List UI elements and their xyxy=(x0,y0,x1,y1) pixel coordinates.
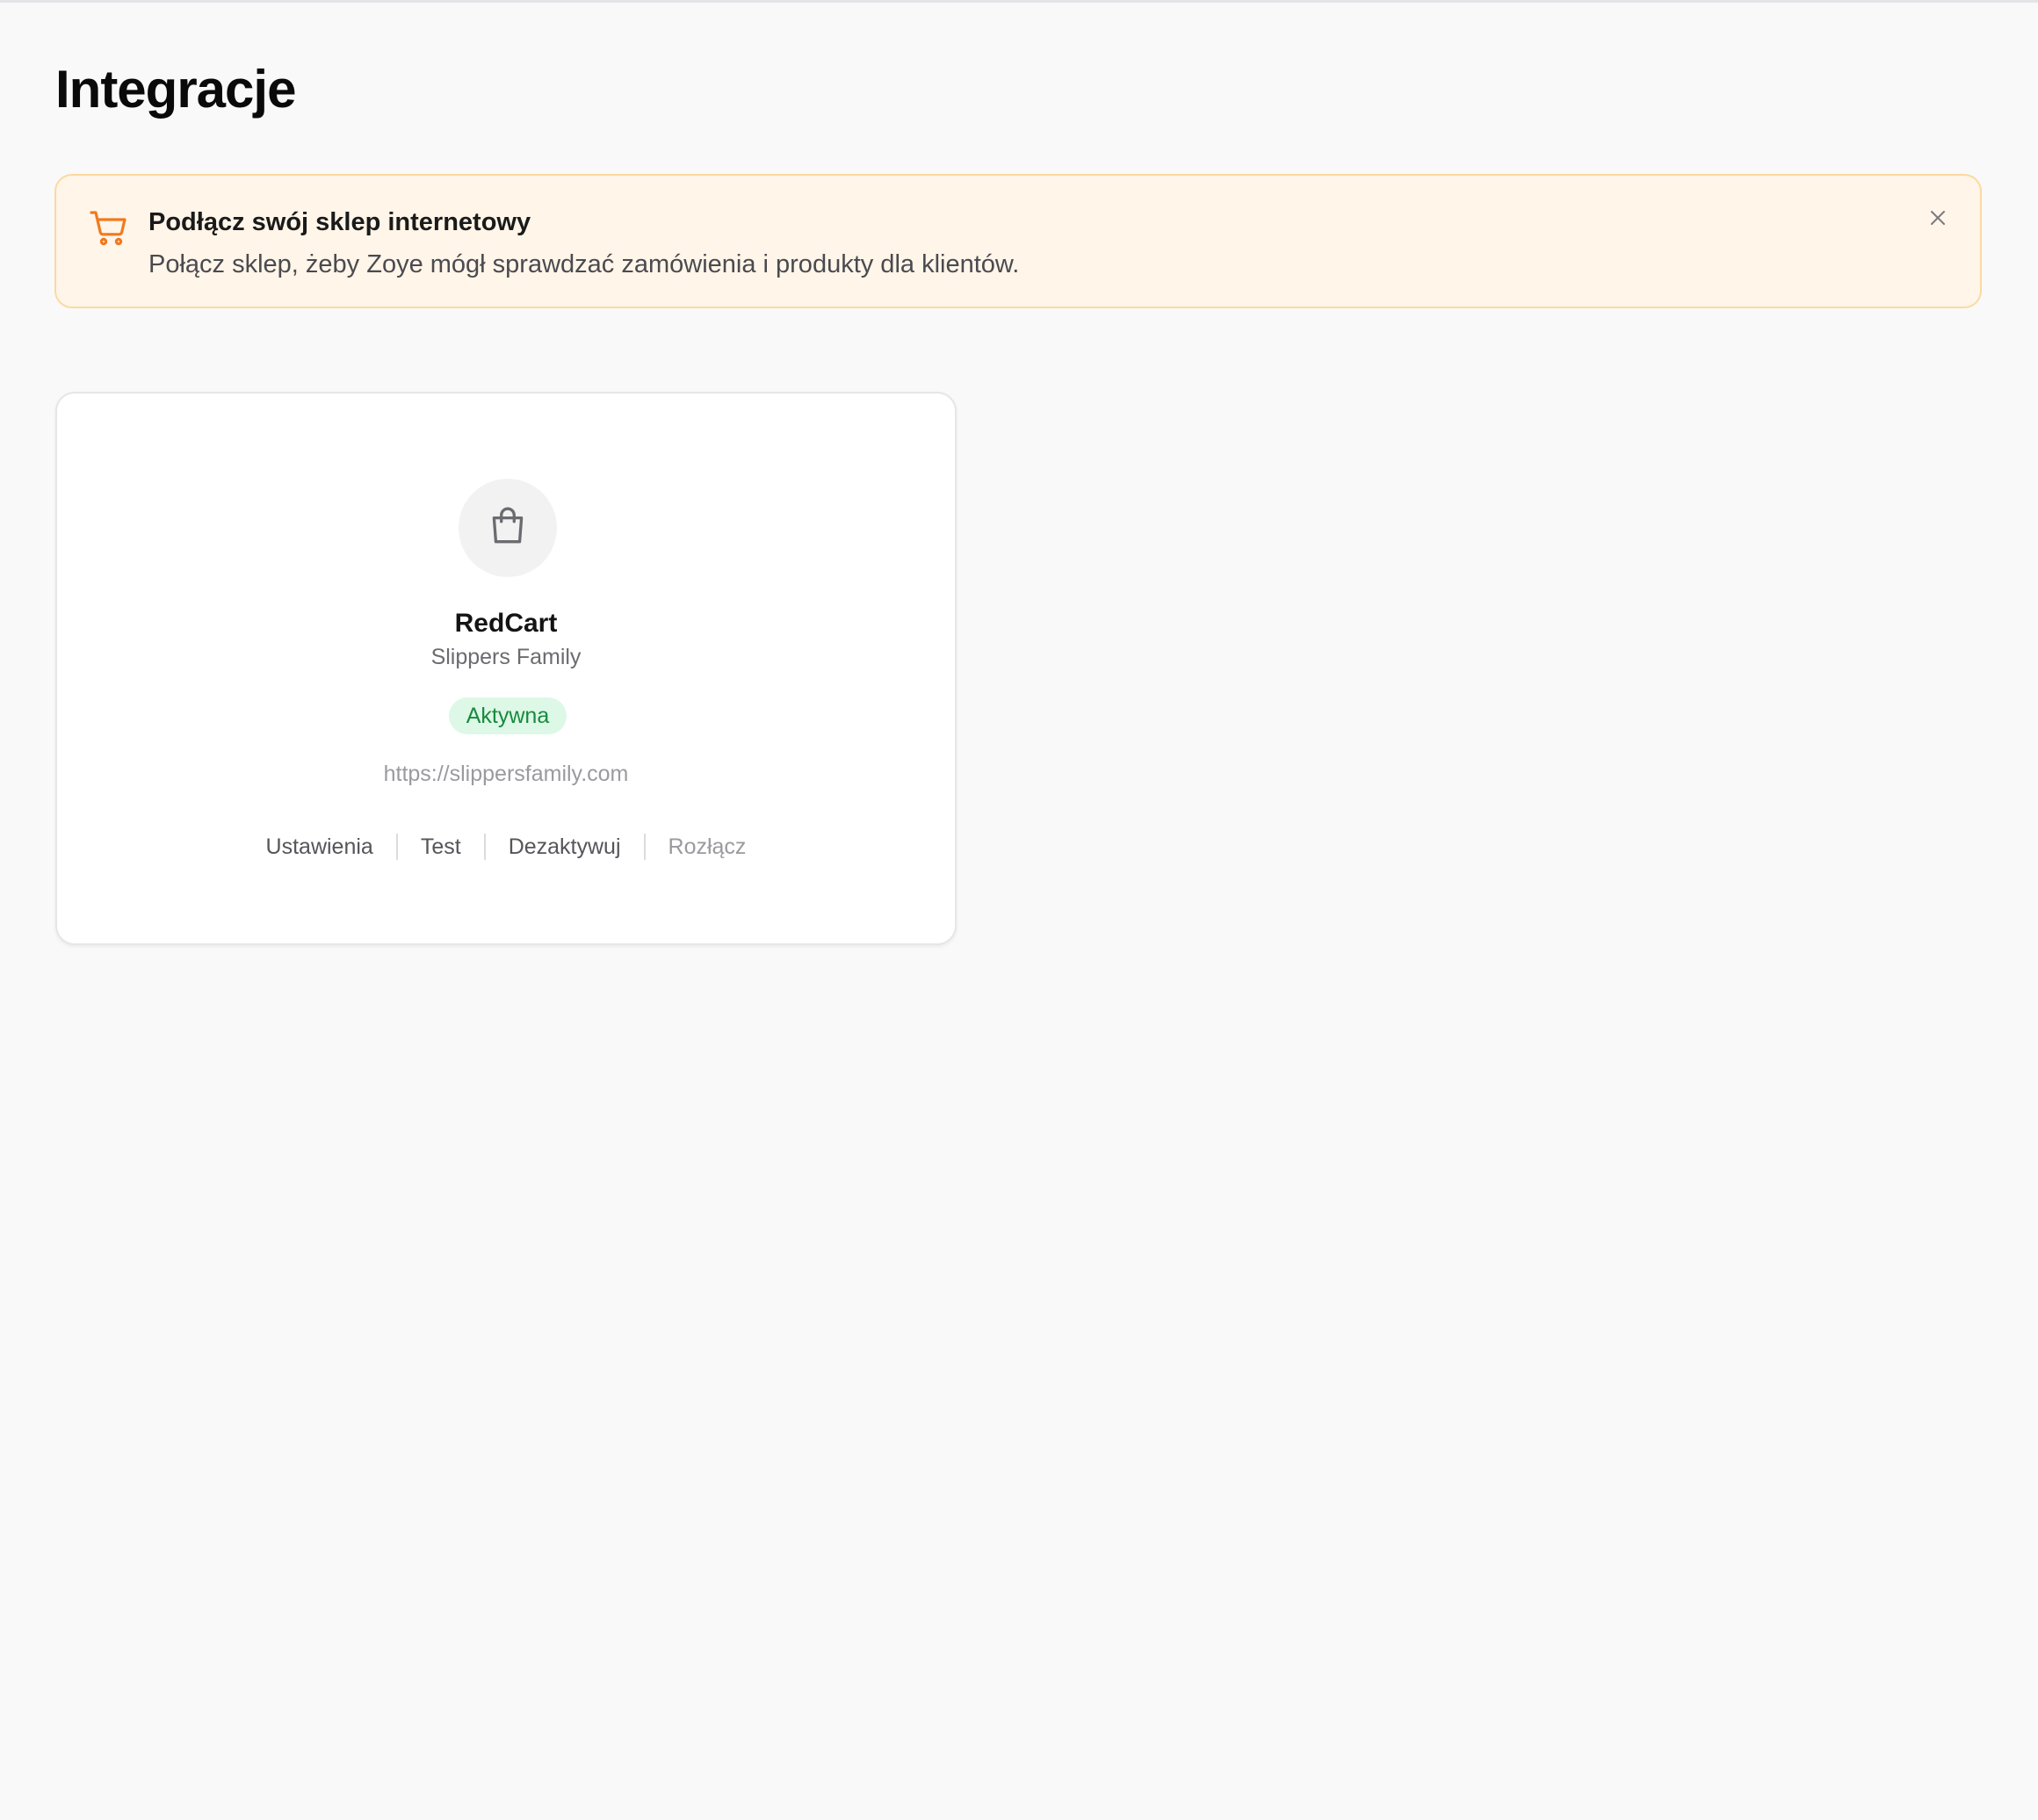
banner-close-button[interactable] xyxy=(1922,204,1954,235)
integration-name: RedCart xyxy=(454,609,558,638)
card-actions: Ustawienia Test Dezaktywuj Rozłącz xyxy=(57,829,955,864)
store-url: https://slippersfamily.com xyxy=(383,762,629,786)
close-icon xyxy=(1927,207,1948,233)
integration-icon-circle xyxy=(459,479,557,577)
banner-title: Podłącz swój sklep internetowy xyxy=(148,208,531,236)
deactivate-link[interactable]: Dezaktywuj xyxy=(486,832,644,862)
page-title: Integracje xyxy=(55,60,296,119)
shopping-cart-icon xyxy=(88,207,130,249)
store-name: Slippers Family xyxy=(430,645,582,669)
banner-text: Połącz sklep, żeby Zoye mógł sprawdzać z… xyxy=(148,250,1020,278)
top-border xyxy=(0,0,2038,3)
connect-store-banner: Podłącz swój sklep internetowy Połącz sk… xyxy=(54,174,1982,308)
disconnect-link[interactable]: Rozłącz xyxy=(646,832,770,862)
shopping-bag-icon xyxy=(486,504,530,552)
integration-card: RedCart Slippers Family Aktywna https://… xyxy=(55,392,957,945)
test-link[interactable]: Test xyxy=(398,832,484,862)
status-badge: Aktywna xyxy=(449,697,567,734)
settings-link[interactable]: Ustawienia xyxy=(243,832,396,862)
